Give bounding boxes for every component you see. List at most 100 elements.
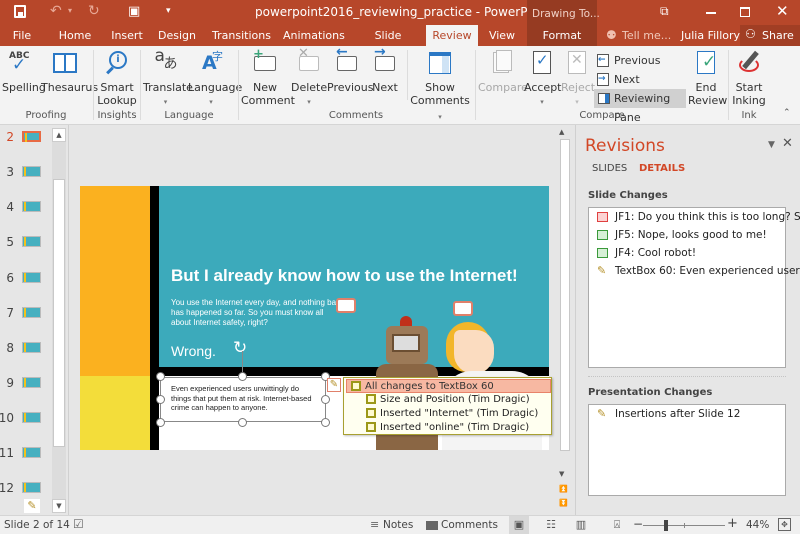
canvas-scroll-thumb[interactable] [560, 139, 570, 451]
slide-thumbnail[interactable]: 11 [0, 446, 41, 460]
zoom-in-button[interactable]: + [727, 516, 738, 531]
slide-wrong-text[interactable]: Wrong. [171, 343, 216, 359]
translate-button[interactable]: aあ Translate ▾ [143, 48, 193, 109]
pane-close-icon[interactable]: ✕ [782, 136, 793, 151]
zoom-level[interactable]: 44% [746, 519, 769, 531]
zoom-slider[interactable] [643, 520, 725, 531]
scroll-up-icon[interactable]: ▲ [52, 128, 66, 142]
pane-options-icon[interactable]: ▼ [768, 140, 775, 150]
change-item[interactable]: Inserted "online" (Tim Dragic) [366, 421, 529, 434]
scroll-down-icon[interactable]: ▼ [52, 499, 66, 513]
slide-change-item[interactable]: JF1: Do you think this is too long? Sh..… [595, 210, 800, 224]
share-button[interactable]: ⚇ Share [740, 25, 800, 46]
zoom-slider-thumb[interactable] [664, 520, 668, 531]
slide-thumbnail[interactable]: 2 [0, 130, 41, 144]
scroll-thumb[interactable] [53, 179, 65, 447]
change-checkbox[interactable] [351, 381, 361, 391]
reject-button[interactable]: ✕ Reject ▾ [561, 50, 595, 109]
canvas-scroll-up-icon[interactable]: ▲ [559, 128, 564, 136]
zoom-out-button[interactable]: − [633, 517, 643, 531]
next-slide-icon[interactable]: ⏬ [559, 499, 568, 507]
resize-handle[interactable] [238, 372, 247, 381]
minimize-icon[interactable] [706, 12, 716, 14]
ribbon-display-icon[interactable]: ⧉ [660, 4, 669, 19]
slide-show-button[interactable]: ⍓ [607, 516, 627, 534]
slide-thumbnail[interactable]: 9 [0, 376, 41, 390]
spell-check-icon[interactable]: ☑ [73, 517, 84, 531]
thumbnail-scrollbar[interactable]: ▲ ▼ [52, 128, 66, 513]
resize-handle[interactable] [238, 418, 247, 427]
tab-file[interactable]: File [6, 25, 38, 46]
slide-thumbnail[interactable]: 4 [0, 200, 41, 214]
previous-slide-icon[interactable]: ⏫ [559, 485, 568, 493]
change-item-all[interactable]: All changes to TextBox 60 [346, 379, 551, 393]
comments-button[interactable]: Comments [424, 516, 498, 534]
slide-thumbnail[interactable]: 6 [0, 271, 41, 285]
compare-button[interactable]: Compare [478, 50, 528, 94]
spelling-button[interactable]: ABC ✓ Spelling [2, 50, 46, 94]
canvas-scroll-down-icon[interactable]: ▼ [559, 470, 564, 478]
reviewing-pane-button[interactable]: Reviewing Pane [594, 89, 686, 124]
slide-thumbnail[interactable]: 3 [0, 165, 41, 179]
resize-handle[interactable] [156, 418, 165, 427]
slide-sorter-button[interactable]: ☷ [541, 516, 561, 534]
canvas-scrollbar[interactable]: ▲ ▼ ⏫ ⏬ [558, 125, 572, 515]
slide-thumbnail[interactable]: 8 [0, 341, 41, 355]
slide-change-item[interactable]: JF4: Cool robot! [595, 246, 696, 260]
redo-icon[interactable]: ↻ [88, 3, 100, 19]
delete-comment-button[interactable]: ✕ Delete ▾ [291, 47, 327, 109]
tell-me-input[interactable]: Tell me... [622, 29, 671, 42]
slide-change-item[interactable]: ✎TextBox 60: Even experienced users u... [595, 264, 800, 278]
slide-thumbnail[interactable]: 10 [0, 411, 41, 425]
tab-slides[interactable]: SLIDES [592, 163, 627, 174]
change-checkbox[interactable] [366, 394, 376, 404]
slide-thumbnail[interactable]: 12 [0, 481, 41, 495]
user-name[interactable]: Julia Fillory [681, 29, 740, 42]
slide-thumbnail[interactable]: 7 [0, 306, 41, 320]
tab-details[interactable]: DETAILS [639, 163, 685, 174]
change-checkbox[interactable] [366, 422, 376, 432]
tab-view[interactable]: View [482, 25, 522, 46]
rotate-handle-icon[interactable]: ↻ [233, 338, 247, 358]
textbox-60[interactable]: Even experienced users unwittingly do th… [160, 377, 326, 422]
collapse-ribbon-icon[interactable]: ⌃ [783, 108, 791, 118]
resize-handle[interactable] [321, 418, 330, 427]
revision-marker-icon[interactable]: ✎ [327, 378, 341, 392]
tab-format[interactable]: Format [527, 25, 597, 46]
tab-transitions[interactable]: Transitions [212, 25, 271, 46]
next-comment-button[interactable]: → Next [369, 45, 401, 94]
slide-body-text[interactable]: You use the Internet every day, and noth… [171, 298, 341, 328]
slide-title[interactable]: But I already know how to use the Intern… [171, 266, 518, 286]
tab-review[interactable]: Review [426, 25, 478, 46]
undo-icon[interactable]: ↶ [50, 3, 62, 19]
smart-lookup-button[interactable]: i Smart Lookup [96, 50, 138, 107]
language-button[interactable]: A字 Language ▾ [188, 50, 242, 109]
slide-change-item[interactable]: JF5: Nope, looks good to me! [595, 228, 767, 242]
previous-change-button[interactable]: ← Previous [594, 51, 688, 70]
customize-qat-icon[interactable]: ▾ [166, 6, 171, 16]
insertion-edit-icon[interactable]: ✎ [24, 499, 40, 513]
fit-to-window-icon[interactable]: ✥ [778, 518, 791, 531]
maximize-icon[interactable] [740, 7, 750, 17]
reading-view-button[interactable]: ▥ [571, 516, 591, 534]
previous-comment-button[interactable]: ← Previous [327, 45, 374, 94]
presentation-change-item[interactable]: ✎ Insertions after Slide 12 [595, 407, 740, 421]
tab-design[interactable]: Design [157, 25, 197, 46]
tab-home[interactable]: Home [55, 25, 95, 46]
tab-animations[interactable]: Animations [283, 25, 345, 46]
undo-dropdown-icon[interactable]: ▾ [68, 6, 72, 15]
start-inking-button[interactable]: Start Inking [731, 50, 767, 107]
change-item[interactable]: Size and Position (Tim Dragic) [366, 393, 530, 406]
new-comment-button[interactable]: + New Comment [241, 48, 295, 107]
tab-insert[interactable]: Insert [108, 25, 146, 46]
next-change-button[interactable]: → Next [594, 70, 688, 89]
thesaurus-button[interactable]: Thesaurus [41, 50, 98, 94]
presenter-icon[interactable]: ▣ [128, 4, 140, 19]
close-icon[interactable]: ✕ [776, 2, 789, 20]
notes-button[interactable]: ≡ Notes [368, 516, 413, 534]
resize-handle[interactable] [321, 395, 330, 404]
change-item[interactable]: Inserted "Internet" (Tim Dragic) [366, 407, 538, 420]
slide-thumbnail[interactable]: 5 [0, 235, 41, 249]
resize-handle[interactable] [156, 395, 165, 404]
resize-handle[interactable] [156, 372, 165, 381]
